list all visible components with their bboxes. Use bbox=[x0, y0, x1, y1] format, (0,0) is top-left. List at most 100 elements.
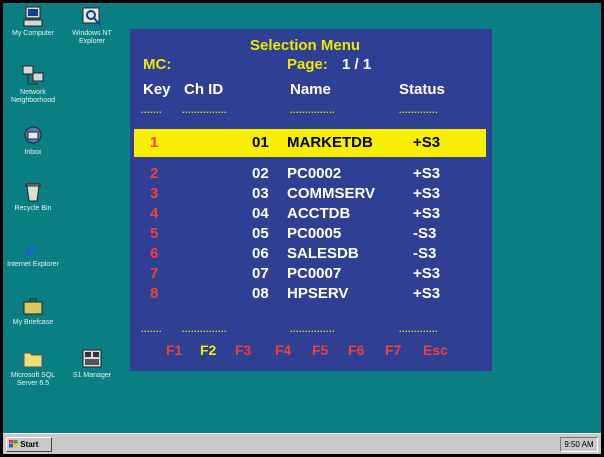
desktop-icon-label: Network Neighborhood bbox=[11, 89, 55, 104]
desktop-screen: My Computer Windows NT Explorer Network … bbox=[0, 0, 604, 457]
channel-row-selected[interactable]: 1 01 MARKETDB +S3 bbox=[130, 134, 492, 154]
function-key-esc[interactable]: Esc bbox=[423, 342, 448, 358]
page-value: 1 / 1 bbox=[342, 56, 372, 73]
row-chid: 05 bbox=[252, 225, 269, 242]
internet-explorer-icon: e bbox=[26, 237, 36, 259]
row-name: PC0007 bbox=[287, 265, 342, 282]
header-key: Key bbox=[143, 81, 171, 98]
row-status: +S3 bbox=[413, 205, 441, 222]
desktop-icon-label: Internet Explorer bbox=[7, 261, 59, 268]
row-status: -S3 bbox=[413, 245, 437, 262]
row-status: +S3 bbox=[413, 134, 441, 151]
header-separator: ............... bbox=[182, 105, 228, 115]
desktop-icon-my-computer[interactable]: My Computer bbox=[3, 6, 64, 38]
channel-row[interactable]: 6 06 SALESDB -S3 bbox=[130, 245, 492, 265]
header-separator: ............. bbox=[399, 105, 439, 115]
row-key: 4 bbox=[150, 205, 159, 222]
row-status: +S3 bbox=[413, 165, 441, 182]
channel-row[interactable]: 2 02 PC0002 +S3 bbox=[130, 165, 492, 185]
row-name: HPSERV bbox=[287, 285, 349, 302]
selection-menu-panel: Selection Menu MC: Page: 1 / 1 Key Ch ID… bbox=[130, 29, 492, 371]
channel-row[interactable]: 7 07 PC0007 +S3 bbox=[130, 265, 492, 285]
page-label: Page: bbox=[287, 56, 328, 73]
row-key: 6 bbox=[150, 245, 159, 262]
header-chid: Ch ID bbox=[184, 81, 224, 98]
desktop-icon-s1-manager[interactable]: S1 Manager bbox=[61, 348, 123, 380]
desktop-icon-label: Inbox bbox=[24, 149, 42, 156]
desktop-icon-my-briefcase[interactable]: My Briefcase bbox=[3, 295, 64, 327]
function-key-f5[interactable]: F5 bbox=[312, 342, 328, 358]
row-chid: 08 bbox=[252, 285, 269, 302]
header-status: Status bbox=[399, 81, 445, 98]
channel-row[interactable] bbox=[130, 305, 492, 325]
desktop-icon-internet-explorer[interactable]: e Internet Explorer bbox=[3, 237, 64, 269]
footer-separator: ............... bbox=[290, 324, 336, 334]
desktop-icon-network-neighborhood[interactable]: Network Neighborhood bbox=[3, 65, 64, 105]
recycle-bin-icon bbox=[25, 183, 41, 202]
footer-separator: ............... bbox=[182, 324, 228, 334]
briefcase-icon bbox=[23, 298, 43, 315]
row-name: PC0002 bbox=[287, 165, 342, 182]
row-name: PC0005 bbox=[287, 225, 342, 242]
function-key-f4[interactable]: F4 bbox=[275, 342, 291, 358]
start-button[interactable]: Start bbox=[6, 437, 52, 452]
desktop-icon-label: Windows NT Explorer bbox=[72, 30, 112, 45]
channel-row[interactable]: 5 05 PC0005 -S3 bbox=[130, 225, 492, 245]
function-key-f3[interactable]: F3 bbox=[235, 342, 251, 358]
row-name: SALESDB bbox=[287, 245, 359, 262]
windows-logo-icon bbox=[9, 440, 18, 448]
computer-icon bbox=[23, 6, 43, 27]
function-key-f1[interactable]: F1 bbox=[166, 342, 182, 358]
row-key: 1 bbox=[150, 134, 159, 151]
network-icon bbox=[22, 65, 44, 85]
footer-separator: ....... bbox=[141, 324, 163, 334]
row-name: MARKETDB bbox=[287, 134, 373, 151]
channel-row[interactable]: 8 08 HPSERV +S3 bbox=[130, 285, 492, 305]
explorer-icon bbox=[82, 7, 101, 26]
svg-text:e: e bbox=[26, 237, 36, 259]
function-key-f7[interactable]: F7 bbox=[385, 342, 401, 358]
row-name: COMMSERV bbox=[287, 185, 376, 202]
row-chid: 07 bbox=[252, 265, 269, 282]
desktop-icon-label: My Briefcase bbox=[12, 319, 54, 326]
desktop-icon-label: S1 Manager bbox=[72, 372, 112, 379]
folder-icon bbox=[23, 352, 43, 368]
header-separator: ....... bbox=[141, 105, 163, 115]
row-status: -S3 bbox=[413, 225, 437, 242]
manager-icon bbox=[82, 349, 102, 368]
row-name: ACCTDB bbox=[287, 205, 351, 222]
row-key: 5 bbox=[150, 225, 159, 242]
footer-separator: ............. bbox=[399, 324, 439, 334]
row-key: 8 bbox=[150, 285, 159, 302]
menu-title: Selection Menu bbox=[250, 37, 361, 54]
row-chid: 03 bbox=[252, 185, 269, 202]
row-key: 2 bbox=[150, 165, 159, 182]
row-status: +S3 bbox=[413, 265, 441, 282]
row-key: 3 bbox=[150, 185, 159, 202]
row-status: +S3 bbox=[413, 285, 441, 302]
row-chid: 02 bbox=[252, 165, 269, 182]
row-chid: 01 bbox=[252, 134, 269, 151]
function-key-f2[interactable]: F2 bbox=[200, 342, 216, 358]
desktop-icon-windows-nt-explorer[interactable]: Windows NT Explorer bbox=[61, 6, 123, 46]
start-button-label: Start bbox=[20, 440, 39, 449]
desktop-icon-label: Microsoft SQL Server 6.5 bbox=[10, 372, 56, 387]
header-name: Name bbox=[290, 81, 331, 98]
taskbar: Start 9:50 AM bbox=[3, 433, 601, 454]
mc-label: MC: bbox=[143, 56, 172, 73]
desktop-icon-label: Recycle Bin bbox=[14, 205, 52, 212]
desktop-icon-microsoft-sql-server[interactable]: Microsoft SQL Server 6.5 bbox=[3, 348, 64, 388]
header-separator: ............... bbox=[290, 105, 336, 115]
row-status: +S3 bbox=[413, 185, 441, 202]
row-key: 7 bbox=[150, 265, 159, 282]
channel-row[interactable]: 3 03 COMMSERV +S3 bbox=[130, 185, 492, 205]
inbox-icon bbox=[24, 126, 42, 144]
channel-row[interactable]: 4 04 ACCTDB +S3 bbox=[130, 205, 492, 225]
row-chid: 04 bbox=[252, 205, 269, 222]
row-chid: 06 bbox=[252, 245, 269, 262]
function-key-f6[interactable]: F6 bbox=[348, 342, 364, 358]
desktop-icon-label: My Computer bbox=[11, 30, 54, 37]
desktop-icon-recycle-bin[interactable]: Recycle Bin bbox=[3, 181, 64, 213]
desktop-icon-inbox[interactable]: Inbox bbox=[3, 125, 64, 157]
taskbar-clock: 9:50 AM bbox=[560, 437, 598, 452]
